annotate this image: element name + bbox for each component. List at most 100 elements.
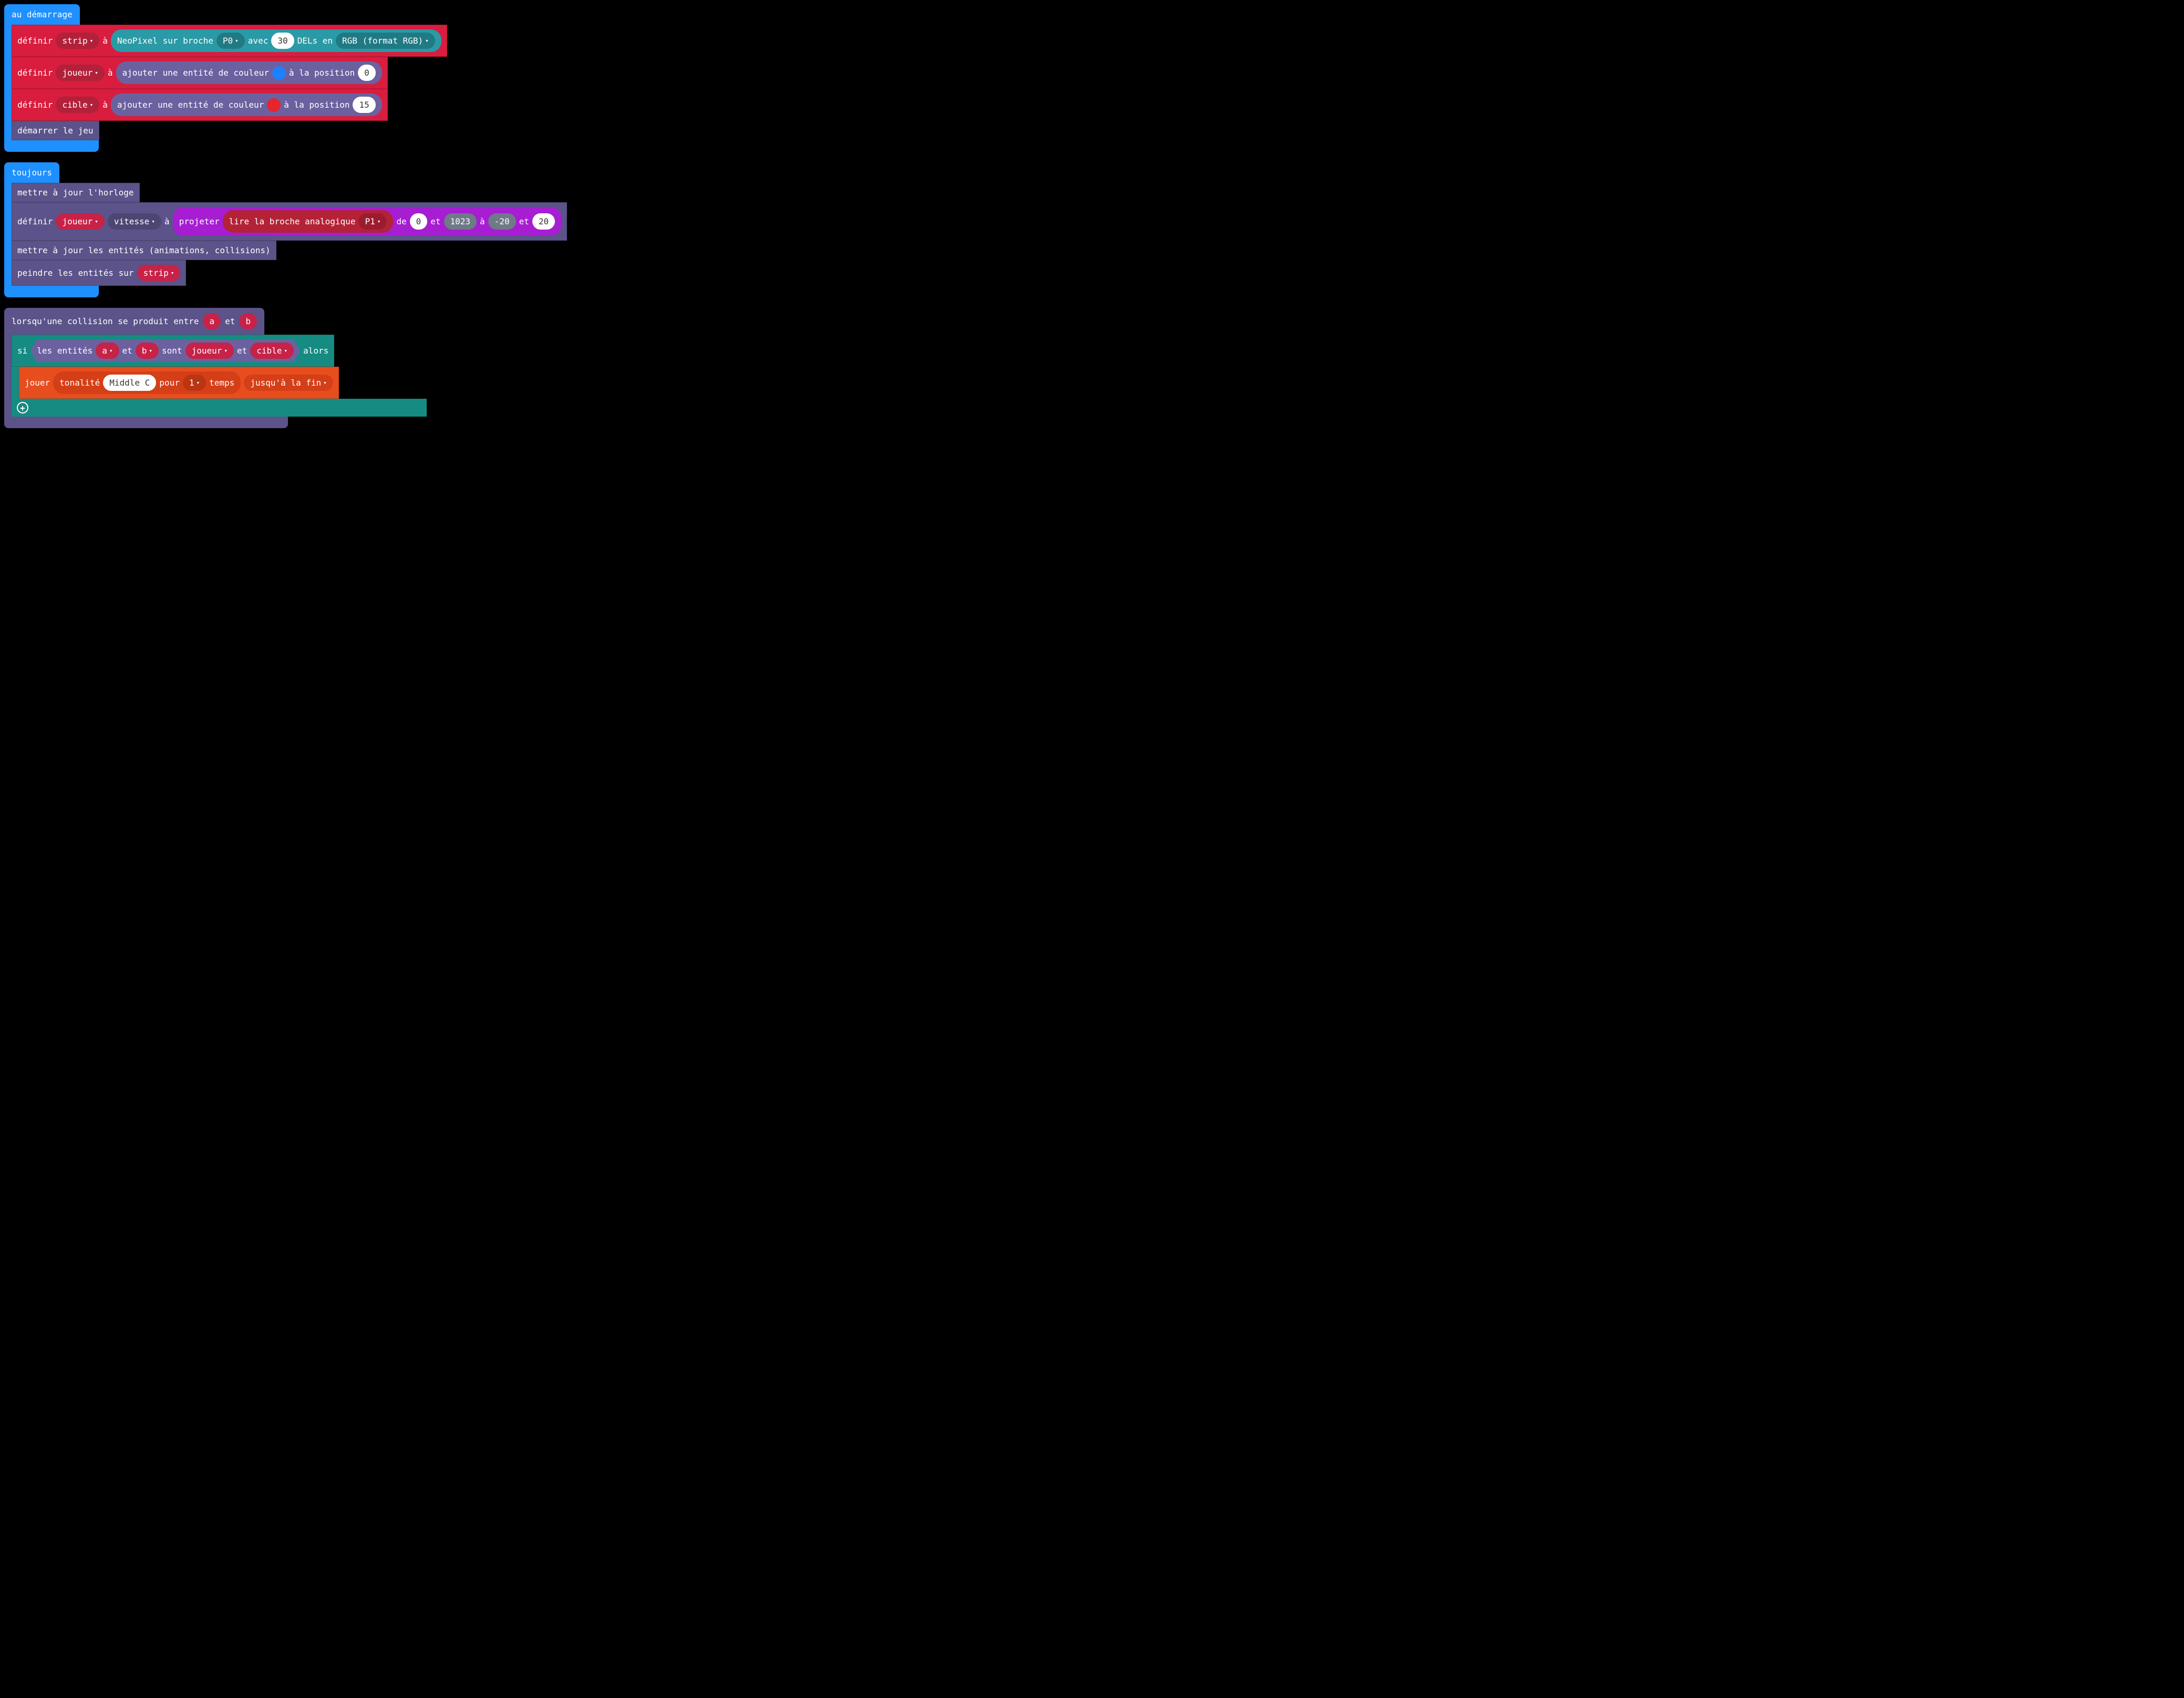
block-wrapper: démarrer le jeu [4,121,2180,140]
paint-entities-block[interactable]: peindre les entités sur strip [12,260,186,286]
set-strip-block[interactable]: définir strip à NeoPixel sur broche P0 a… [12,25,447,57]
led-count-input[interactable]: 30 [271,33,294,49]
map-reporter[interactable]: projeter lire la broche analogique P1 de… [173,207,562,236]
entities-label: les entités [37,346,92,356]
and2-label: et [519,216,529,226]
are-label: sont [162,346,182,356]
set-label: définir [17,68,53,78]
if-label: si [17,346,27,356]
tone-reporter[interactable]: tonalité Middle C pour 1 temps [53,371,241,394]
format-dropdown[interactable]: RGB (format RGB) [336,33,435,49]
stack-tail [4,417,288,428]
update-entities-label: mettre à jour les entités (animations, c… [17,245,271,255]
joueur-dropdown[interactable]: joueur [186,343,234,359]
var-joueur-dropdown[interactable]: joueur [56,65,104,81]
neopixel-reporter[interactable]: NeoPixel sur broche P0 avec 30 DELs en R… [111,29,441,52]
entities-condition[interactable]: les entités a et b sont joueur et cible [30,339,300,362]
and-label: et [225,316,235,326]
and1-label: et [122,346,132,356]
a-dropdown[interactable]: a [96,343,119,359]
with-label: avec [248,36,269,46]
block-wrapper: définir joueur à ajouter une entité de c… [4,57,2180,89]
and2-label: et [237,346,247,356]
set-label: définir [17,36,53,46]
val-neg20-input[interactable]: -20 [488,213,516,230]
if-block[interactable]: si les entités a et b sont joueur et cib… [12,335,334,367]
add-entity-reporter[interactable]: ajouter une entité de couleur à la posit… [111,94,382,116]
cible-dropdown[interactable]: cible [250,343,294,359]
val0-input[interactable]: 0 [410,213,428,230]
val1023-input[interactable]: 1023 [444,213,477,230]
set-cible-block[interactable]: définir cible à ajouter une entité de co… [12,89,388,121]
collision-label: lorsqu'une collision se produit entre [12,316,199,326]
add-entity-label: ajouter une entité de couleur [122,68,269,78]
then-label: alors [303,346,328,356]
hat-label: au démarrage [12,9,73,19]
until-dropdown[interactable]: jusqu'à la fin [244,375,333,391]
block-wrapper: définir joueur vitesse à projeter lire l… [4,202,2180,241]
to-label: à [164,216,170,226]
start-game-label: démarrer le jeu [17,126,94,136]
color-swatch-red[interactable] [267,98,281,112]
start-game-block[interactable]: démarrer le jeu [12,121,99,140]
var-strip-dropdown[interactable]: strip [56,33,99,49]
note-input[interactable]: Middle C [103,375,156,391]
forever-hat[interactable]: toujours [4,162,59,183]
and-label: et [430,216,440,226]
color-swatch-blue[interactable] [272,66,286,80]
param-b[interactable]: b [239,313,257,329]
block-wrapper: si les entités a et b sont joueur et cib… [4,335,2180,417]
add-entity-reporter[interactable]: ajouter une entité de couleur à la posit… [116,61,382,84]
paint-label: peindre les entités sur [17,268,134,278]
set-speed-block[interactable]: définir joueur vitesse à projeter lire l… [12,202,567,241]
set-label: définir [17,100,53,110]
beat-dropdown[interactable]: 1 [183,375,206,391]
block-wrapper: définir strip à NeoPixel sur broche P0 a… [4,25,2180,57]
var-cible-dropdown[interactable]: cible [56,97,99,113]
plus-icon[interactable]: + [17,402,28,413]
from-label: de [396,216,406,226]
block-wrapper: définir cible à ajouter une entité de co… [4,89,2180,121]
update-clock-label: mettre à jour l'horloge [17,188,134,198]
position-input[interactable]: 15 [353,97,375,113]
prop-vitesse-dropdown[interactable]: vitesse [108,213,161,230]
var-joueur-dropdown[interactable]: joueur [56,213,104,230]
play-tone-block[interactable]: jouer tonalité Middle C pour 1 temps jus… [19,367,339,399]
update-clock-block[interactable]: mettre à jour l'horloge [12,183,140,202]
hat-label: toujours [12,168,52,178]
stack-tail [4,286,99,297]
set-label: définir [17,216,53,226]
if-body: jouer tonalité Middle C pour 1 temps jus… [12,367,2180,399]
for-label: pour [159,378,180,388]
tone-label: tonalité [59,378,100,388]
val20-input[interactable]: 20 [532,213,555,230]
collision-hat[interactable]: lorsqu'une collision se produit entre a … [4,308,264,335]
block-wrapper: peindre les entités sur strip [4,260,2180,286]
analog-read-label: lire la broche analogique [229,216,356,226]
to2-label: à [480,216,485,226]
update-entities-block[interactable]: mettre à jour les entités (animations, c… [12,241,276,260]
pin-dropdown[interactable]: P0 [217,33,245,49]
atpos-label: à la position [289,68,355,78]
param-a[interactable]: a [203,313,221,329]
pin-dropdown[interactable]: P1 [358,213,387,230]
set-joueur-block[interactable]: définir joueur à ajouter une entité de c… [12,57,388,89]
var-strip-dropdown[interactable]: strip [137,265,181,281]
to-label: à [102,100,108,110]
analog-read-reporter[interactable]: lire la broche analogique P1 [223,210,394,233]
block-wrapper: mettre à jour l'horloge [4,183,2180,202]
add-entity-label: ajouter une entité de couleur [117,100,264,110]
atpos-label: à la position [284,100,349,110]
onstart-hat[interactable]: au démarrage [4,4,80,25]
if-footer: + [12,399,427,417]
b-dropdown[interactable]: b [136,343,159,359]
forever-stack: toujours mettre à jour l'horloge définir… [4,162,2180,297]
onstart-stack: au démarrage définir strip à NeoPixel su… [4,4,2180,152]
neopixel-label: NeoPixel sur broche [117,36,213,46]
map-label: projeter [179,216,220,226]
to-label: à [108,68,113,78]
position-input[interactable]: 0 [358,65,376,81]
to-label: à [102,36,108,46]
dels-label: DELs en [297,36,333,46]
collision-stack: lorsqu'une collision se produit entre a … [4,308,2180,428]
